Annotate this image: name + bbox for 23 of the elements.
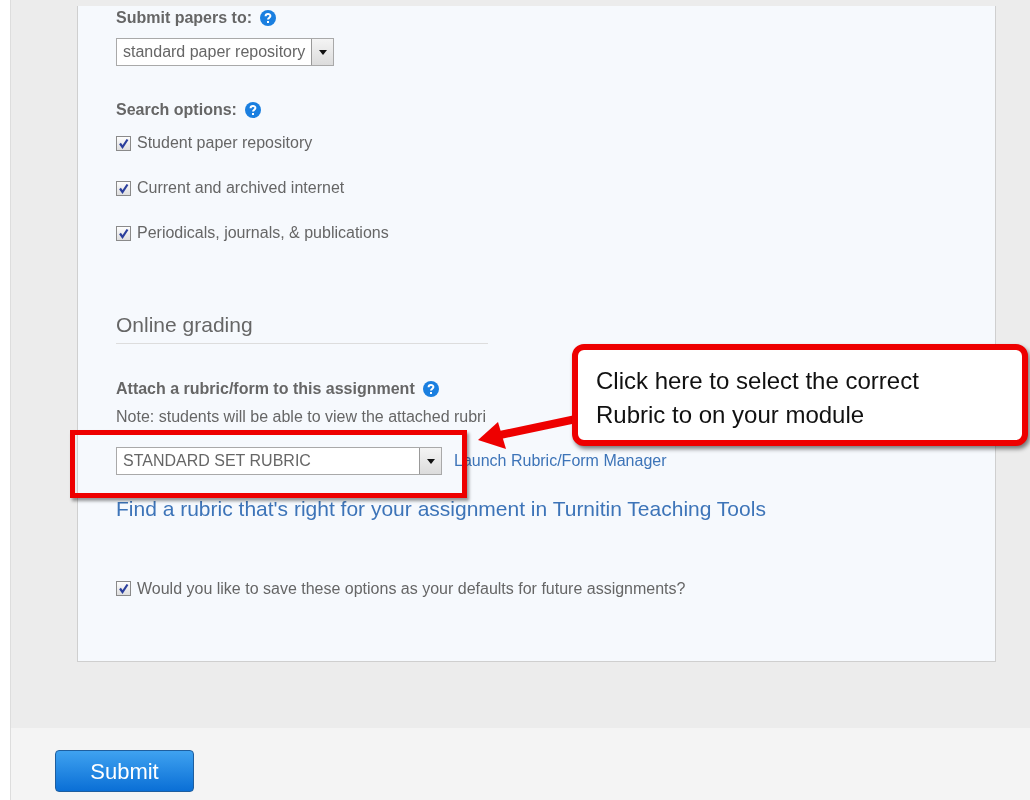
- checkbox-label: Would you like to save these options as your defaults for future assignments?: [137, 578, 686, 599]
- dropdown[interactable]: STANDARD SET RUBRIC: [116, 447, 442, 475]
- checkbox[interactable]: [116, 581, 131, 596]
- dropdown[interactable]: standard paper repository: [116, 38, 335, 66]
- field-label: Search options:: [116, 100, 237, 120]
- caret-icon: [318, 49, 327, 55]
- field-label: Submit papers to:: [116, 8, 252, 28]
- checkbox[interactable]: [116, 180, 131, 196]
- help-icon[interactable]: [422, 381, 439, 397]
- help-icon[interactable]: [244, 102, 261, 118]
- callout-text: Click here to select the correct Rubric to on your module: [572, 344, 1028, 446]
- checkbox-label: Current and archived internet: [137, 178, 345, 198]
- submit-button[interactable]: Submit: [55, 750, 194, 792]
- checkbox[interactable]: [116, 135, 131, 151]
- checkbox-label: Periodicals, journals, & publications: [137, 223, 389, 243]
- help-icon[interactable]: [260, 10, 276, 26]
- teaching-tools-link[interactable]: Find a rubric that's right for your assignment in Turnitin Teaching Tools: [116, 493, 766, 525]
- checkbox[interactable]: [116, 225, 131, 241]
- caret-icon: [426, 458, 435, 464]
- section-heading: Online grading: [116, 313, 488, 344]
- checkbox-label: Student paper repository: [137, 133, 313, 153]
- field-label: Attach a rubric/form to this assignment: [116, 379, 415, 399]
- note-text: Note: students will be able to view the attached rubri: [116, 407, 486, 425]
